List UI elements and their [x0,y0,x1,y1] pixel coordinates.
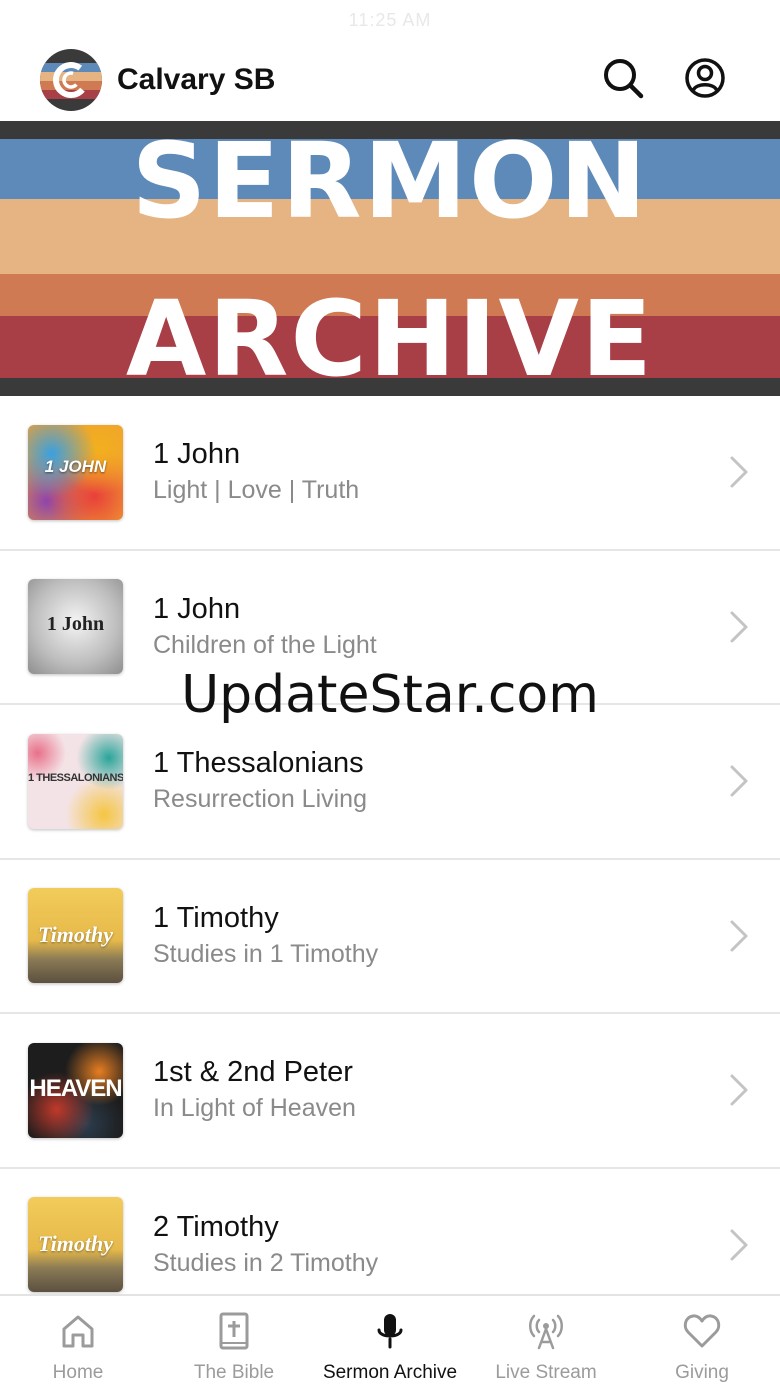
series-title: 1st & 2nd Peter [153,1056,353,1089]
series-title: 1 Thessalonians [153,747,364,780]
series-artwork: 1 JOHN [28,424,123,520]
microphone-icon [369,1310,411,1352]
tab-live-stream[interactable]: Live Stream [468,1296,624,1387]
series-row[interactable]: 1 John 1 John Children of the Light [0,551,780,705]
search-button[interactable] [600,57,646,103]
app-header: Calvary SB [0,40,780,120]
tab-bar: Home The Bible Sermon Archive Live Strea… [0,1294,780,1387]
tab-label: Live Stream [495,1362,597,1383]
home-icon [57,1310,99,1352]
series-title: 1 Timothy [153,901,279,934]
series-subtitle: Light | Love | Truth [153,476,360,505]
sermon-archive-banner: SERMON ARCHIVE [0,121,780,396]
series-row[interactable]: Timothy 1 Timothy Studies in 1 Timothy [0,860,780,1014]
tab-sermon-archive[interactable]: Sermon Archive [312,1296,468,1387]
series-title: 1 John [153,592,241,625]
series-subtitle: In Light of Heaven [153,1094,356,1123]
series-artwork: 1 THESSALONIANS [28,733,123,829]
series-artwork: Timothy [28,888,123,984]
series-list: 1 JOHN 1 John Light | Love | Truth 1 Joh… [0,396,780,1294]
chevron-right-icon [728,610,750,644]
app-title: Calvary SB [117,63,276,96]
banner-title-line2: ARCHIVE [125,278,655,396]
series-subtitle: Children of the Light [153,630,377,659]
tab-label: Home [52,1362,104,1383]
series-row[interactable]: 1 THESSALONIANS 1 Thessalonians Resurrec… [0,705,780,860]
broadcast-icon [525,1310,567,1352]
series-artwork: HEAVEN [28,1042,123,1138]
tab-the-bible[interactable]: The Bible [156,1296,312,1387]
series-subtitle: Studies in 2 Timothy [153,1248,379,1277]
tab-label: Sermon Archive [322,1362,458,1383]
chevron-right-icon [728,455,750,489]
search-icon [602,57,644,104]
heart-icon [681,1310,723,1352]
chevron-right-icon [728,764,750,798]
series-title: 2 Timothy [153,1210,279,1243]
tab-label: Giving [675,1362,729,1383]
series-artwork: 1 John [28,579,123,675]
bible-icon [213,1310,255,1352]
series-artwork: Timothy [28,1197,123,1293]
series-subtitle: Studies in 1 Timothy [153,939,379,968]
banner-title-line1: SERMON [131,121,649,242]
tab-home[interactable]: Home [0,1296,156,1387]
tab-giving[interactable]: Giving [624,1296,780,1387]
status-time: 11:25 AM [348,9,432,30]
user-circle-icon [684,57,726,104]
status-bar: 11:25 AM [0,0,780,40]
series-row[interactable]: HEAVEN 1st & 2nd Peter In Light of Heave… [0,1014,780,1169]
chevron-right-icon [728,919,750,953]
series-subtitle: Resurrection Living [153,785,367,814]
account-button[interactable] [682,57,728,103]
calvary-logo[interactable] [40,49,102,111]
series-row[interactable]: 1 JOHN 1 John Light | Love | Truth [0,396,780,551]
tab-label: The Bible [193,1362,275,1383]
series-row[interactable]: Timothy 2 Timothy Studies in 2 Timothy [0,1169,780,1295]
series-title: 1 John [153,438,241,471]
chevron-right-icon [728,1073,750,1107]
chevron-right-icon [728,1228,750,1262]
